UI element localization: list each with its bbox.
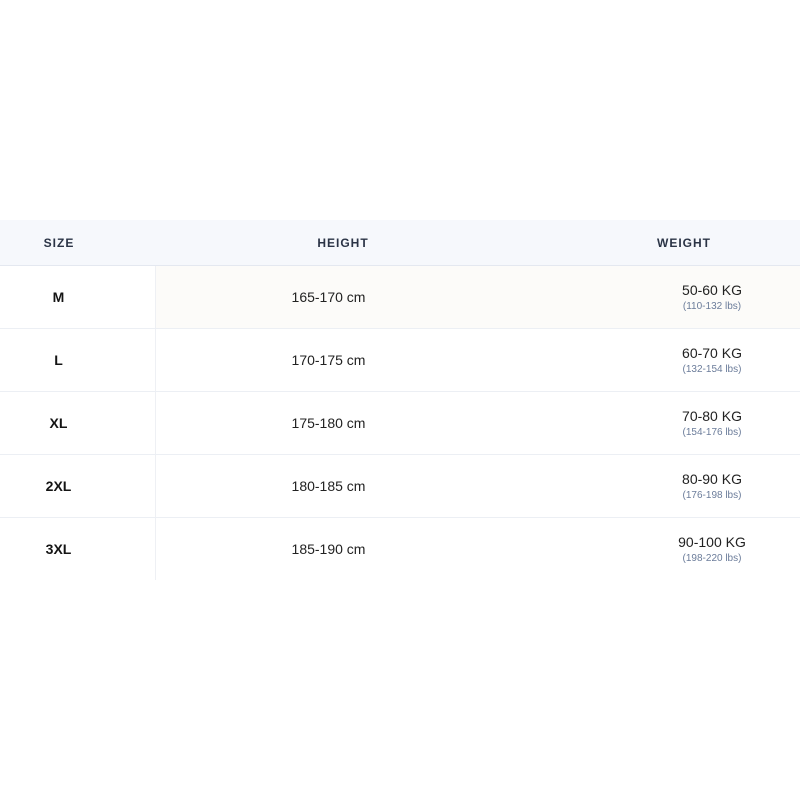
- size-value: XL: [49, 415, 68, 431]
- size-chart-table: SIZE HEIGHT WEIGHT M 165-170 cm 50-60 KG…: [0, 220, 800, 580]
- weight-value: 80-90 KG: [682, 471, 742, 487]
- size-value: 3XL: [45, 541, 72, 557]
- height-cell: 165-170 cm: [156, 266, 531, 328]
- header-weight: WEIGHT: [657, 235, 711, 250]
- height-cell: 175-180 cm: [156, 392, 531, 454]
- table-row: L 170-175 cm 60-70 KG (132-154 lbs): [0, 329, 800, 392]
- height-value: 170-175 cm: [291, 352, 366, 368]
- size-value: L: [54, 352, 63, 368]
- table-row: 3XL 185-190 cm 90-100 KG (198-220 lbs): [0, 518, 800, 580]
- weight-cell: 60-70 KG (132-154 lbs): [531, 329, 800, 391]
- weight-value: 60-70 KG: [682, 345, 742, 361]
- height-value: 175-180 cm: [291, 415, 366, 431]
- height-cell: 185-190 cm: [156, 518, 531, 580]
- weight-cell: 70-80 KG (154-176 lbs): [531, 392, 800, 454]
- table-header-row: SIZE HEIGHT WEIGHT: [0, 220, 800, 266]
- weight-cell: 90-100 KG (198-220 lbs): [531, 518, 800, 580]
- weight-value: 90-100 KG: [678, 534, 746, 550]
- weight-lbs-value: (132-154 lbs): [682, 364, 742, 375]
- table-row: 2XL 180-185 cm 80-90 KG (176-198 lbs): [0, 455, 800, 518]
- height-cell: 180-185 cm: [156, 455, 531, 517]
- weight-cell: 50-60 KG (110-132 lbs): [531, 266, 800, 328]
- weight-value: 50-60 KG: [682, 282, 742, 298]
- table-row: M 165-170 cm 50-60 KG (110-132 lbs): [0, 266, 800, 329]
- table-row: XL 175-180 cm 70-80 KG (154-176 lbs): [0, 392, 800, 455]
- weight-value: 70-80 KG: [682, 408, 742, 424]
- height-cell: 170-175 cm: [156, 329, 531, 391]
- height-value: 165-170 cm: [291, 289, 366, 305]
- header-height: HEIGHT: [317, 235, 369, 250]
- header-size: SIZE: [43, 235, 75, 250]
- weight-lbs-value: (154-176 lbs): [682, 427, 742, 438]
- size-value: M: [52, 289, 65, 305]
- weight-lbs-value: (198-220 lbs): [682, 553, 742, 564]
- weight-cell: 80-90 KG (176-198 lbs): [531, 455, 800, 517]
- size-cell: 3XL: [0, 518, 156, 580]
- size-value: 2XL: [45, 478, 72, 494]
- height-value: 185-190 cm: [291, 541, 366, 557]
- height-value: 180-185 cm: [291, 478, 366, 494]
- weight-lbs-value: (110-132 lbs): [682, 301, 742, 312]
- size-cell: 2XL: [0, 455, 156, 517]
- weight-lbs-value: (176-198 lbs): [682, 490, 742, 501]
- size-cell: XL: [0, 392, 156, 454]
- size-cell: L: [0, 329, 156, 391]
- size-cell: M: [0, 266, 156, 328]
